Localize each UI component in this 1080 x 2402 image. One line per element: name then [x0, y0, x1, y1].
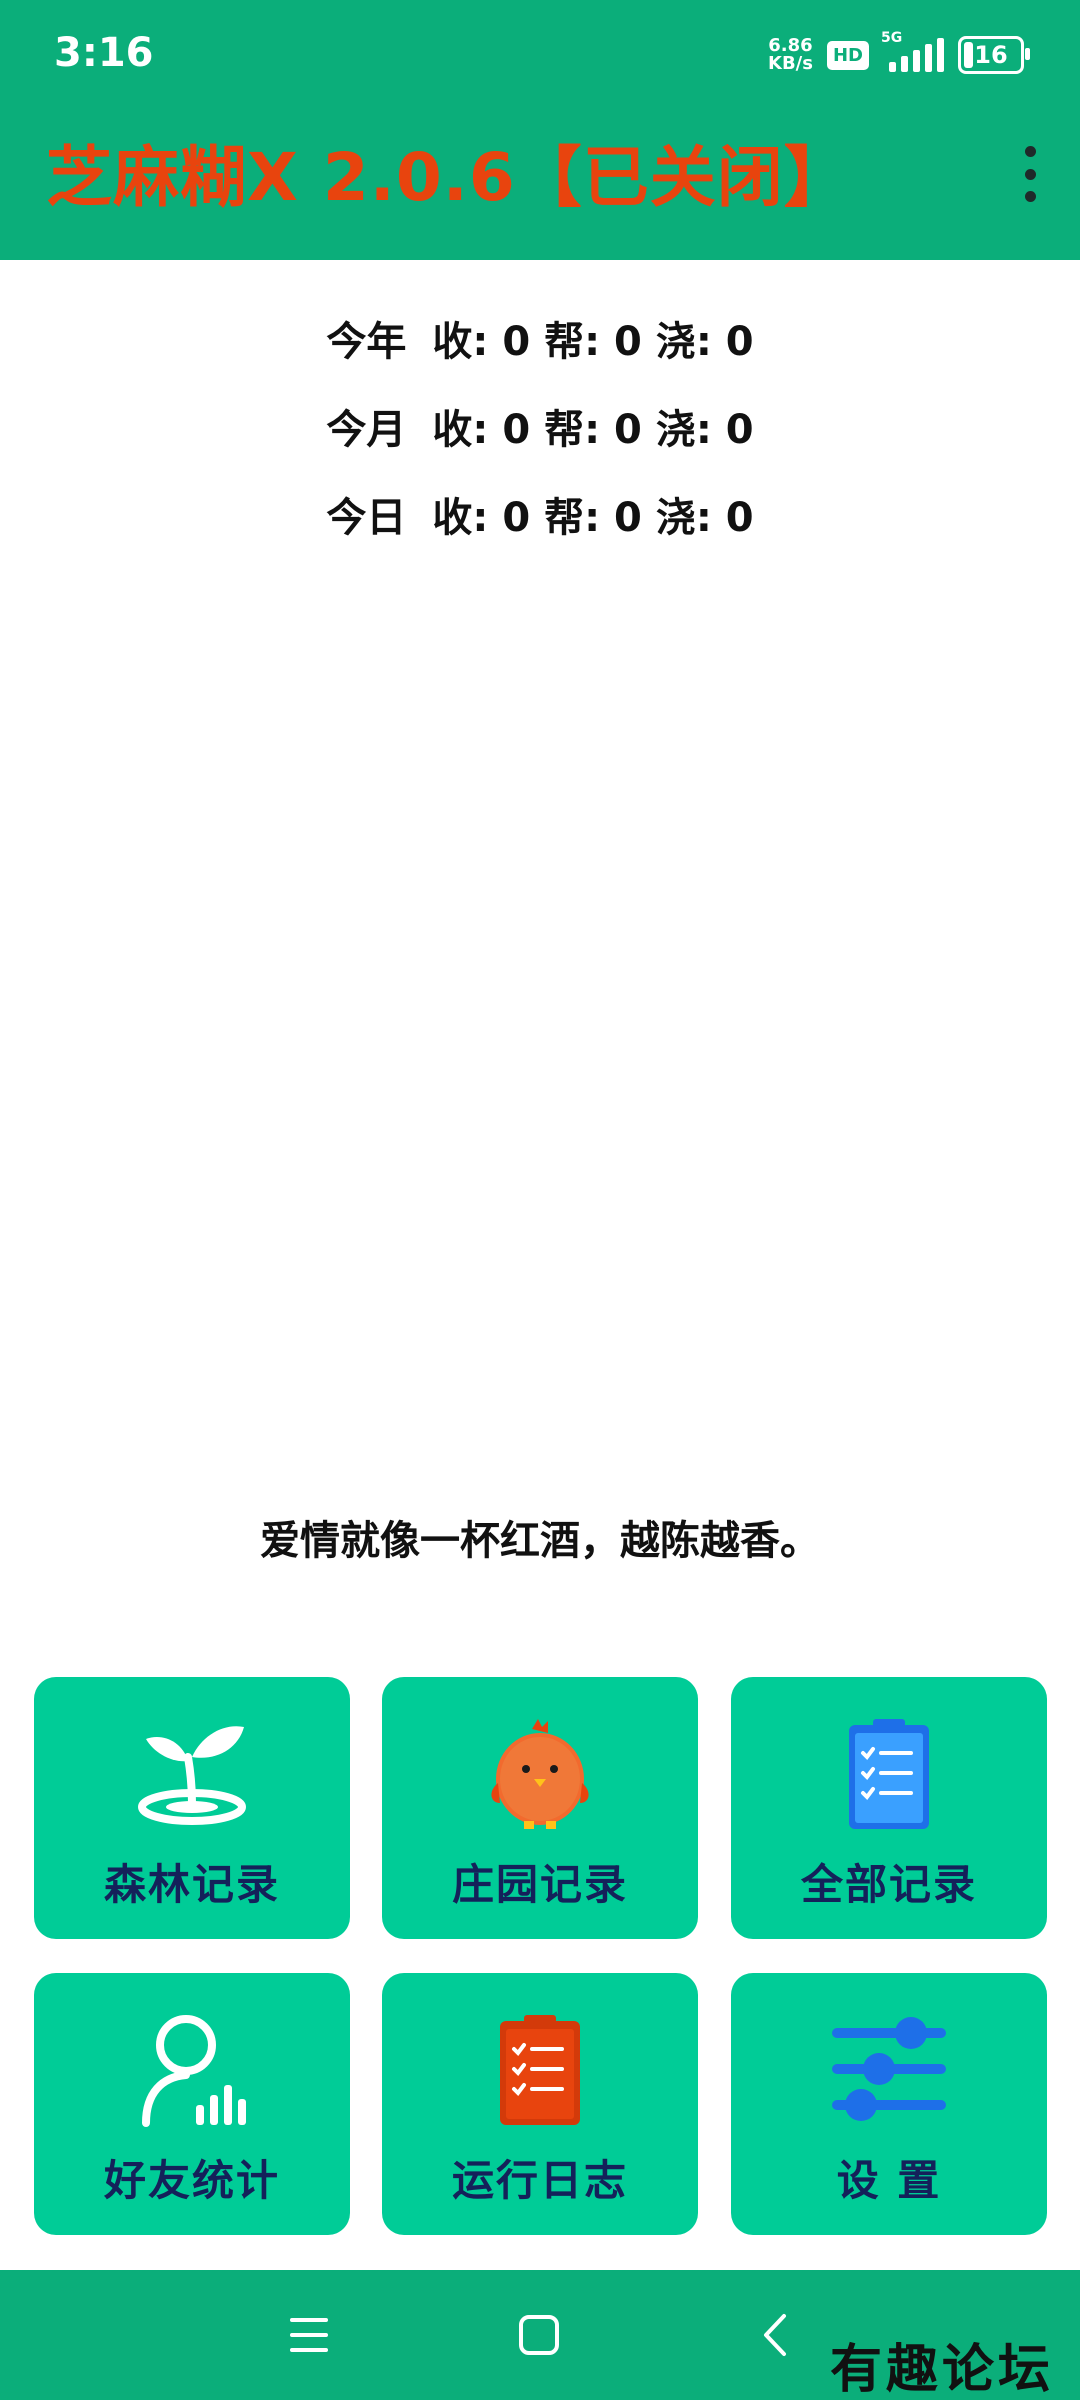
all-records-button[interactable]: 全部记录: [731, 1677, 1047, 1939]
recent-apps-icon[interactable]: [284, 2310, 334, 2360]
signal-icon: 5G: [881, 30, 944, 72]
battery-level: 16: [974, 41, 1008, 69]
back-icon[interactable]: [752, 2310, 802, 2360]
user-stats-icon: [142, 2015, 246, 2127]
stat-row-year: 今年 收: 0 帮: 0 浇: 0: [326, 319, 754, 365]
battery-icon: 16: [958, 36, 1030, 74]
app-header: 3:16 6.86 KB/s HD 5G 16 芝麻糊X 2.0.6【已关闭】: [0, 0, 1080, 260]
status-bar: 3:16 6.86 KB/s HD 5G 16: [0, 0, 1080, 110]
chick-icon: [491, 1719, 589, 1829]
home-icon[interactable]: [514, 2310, 564, 2360]
forest-records-button[interactable]: 森林记录: [34, 1677, 350, 1939]
net-speed: 6.86 KB/s: [768, 35, 813, 74]
status-time: 3:16: [54, 30, 154, 76]
tile-label: 设 置: [836, 2156, 942, 2205]
tile-label: 庄园记录: [451, 1860, 628, 1909]
farm-records-button[interactable]: 庄园记录: [382, 1677, 698, 1939]
stat-row-month: 今月 收: 0 帮: 0 浇: 0: [326, 407, 754, 453]
log-clipboard-icon: [500, 2015, 580, 2125]
tile-label: 全部记录: [800, 1860, 977, 1909]
overflow-menu-icon[interactable]: [1020, 146, 1040, 202]
tile-label: 好友统计: [103, 2156, 280, 2205]
sliders-icon: [832, 2017, 946, 2121]
friend-stats-button[interactable]: 好友统计: [34, 1973, 350, 2235]
run-log-button[interactable]: 运行日志: [382, 1973, 698, 2235]
hd-icon: HD: [826, 40, 869, 70]
tile-label: 运行日志: [451, 2156, 628, 2205]
settings-button[interactable]: 设 置: [731, 1973, 1047, 2235]
tile-label: 森林记录: [103, 1860, 280, 1909]
stat-row-day: 今日 收: 0 帮: 0 浇: 0: [326, 495, 754, 541]
daily-quote: 爱情就像一杯红酒，越陈越香。: [260, 1518, 820, 1564]
forum-watermark: 有趣论坛: [829, 2339, 1054, 2400]
stats-panel: 今年 收: 0 帮: 0 浇: 0 今月 收: 0 帮: 0 浇: 0 今日 收: 0…: [0, 298, 1080, 562]
function-grid: 森林记录 庄园记录 全部记录 好友统计 运行日志 设 置: [34, 1677, 1047, 2235]
app-title: 芝麻糊X 2.0.6【已关闭】: [46, 139, 851, 216]
clipboard-checklist-icon: [849, 1719, 929, 1829]
status-icons: 6.86 KB/s HD 5G 16: [768, 30, 1030, 78]
sprout-icon: [138, 1726, 246, 1825]
